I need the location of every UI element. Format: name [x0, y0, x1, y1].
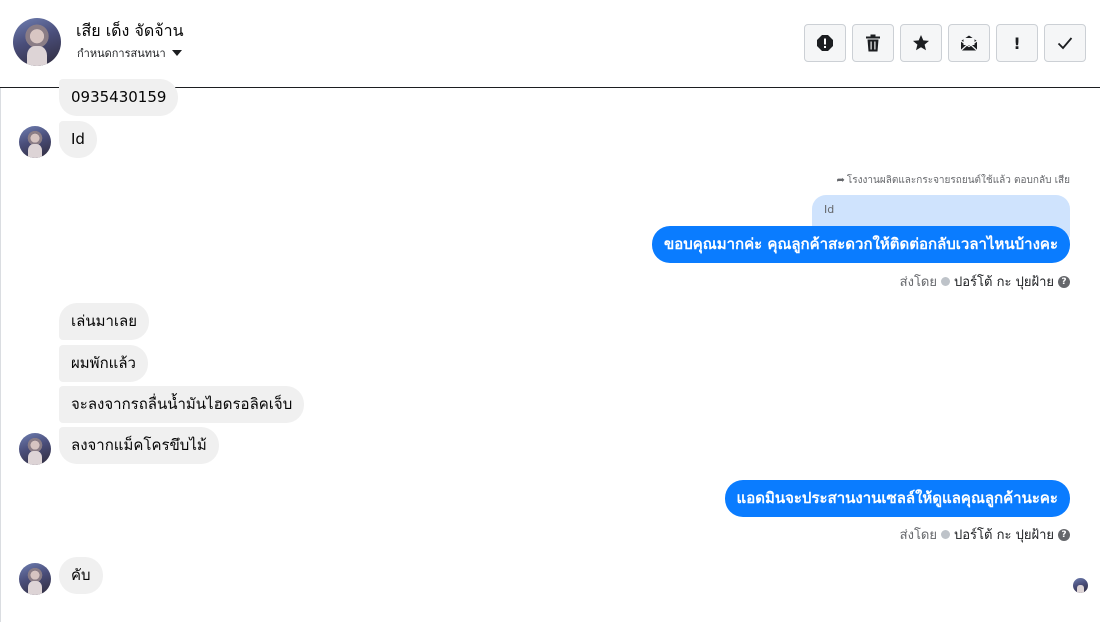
trash-icon [866, 34, 880, 52]
incoming-message[interactable]: ลงจากแม็คโครขึบไม้ [59, 427, 219, 464]
incoming-message[interactable]: เล่นมาเลย [59, 303, 149, 340]
outgoing-message[interactable]: แอดมินจะประสานงานเซลล์ให้ดูแลคุณลูกค้านะ… [724, 480, 1070, 517]
mark-unread-icon [960, 35, 978, 51]
sender-avatar [19, 563, 51, 595]
assign-label: กำหนดการสนทนา [77, 47, 166, 60]
sender-avatar [19, 126, 51, 158]
incoming-message[interactable]: 0935430159 [59, 79, 179, 116]
spam-icon [817, 35, 833, 51]
reply-meta: ➦ โรงงานผลิตและกระจายรถยนต์ใช้แล้ว ตอบกล… [837, 173, 1071, 188]
sent-by-label: ส่งโดย [899, 275, 937, 290]
sent-by-name[interactable]: ปอร์โต้ กะ ปุยฝ้าย [954, 524, 1054, 545]
reply-arrow-icon: ➦ [836, 175, 845, 186]
follow-up-button[interactable]: ! [996, 24, 1038, 62]
sent-by-line: ส่งโดย ปอร์โต้ กะ ปุยฝ้าย ? [900, 271, 1070, 292]
star-button[interactable] [900, 24, 942, 62]
verified-icon [941, 530, 950, 539]
mark-unread-button[interactable] [948, 24, 990, 62]
sender-avatar [19, 433, 51, 465]
contact-name[interactable]: เสีย เด็ง จัดจ้าน [76, 19, 184, 44]
help-icon[interactable]: ? [1058, 275, 1070, 288]
delete-button[interactable] [852, 24, 894, 62]
message-thread: 0935430159 Id ➦ โรงงานผลิตและกระจายรถยนต… [0, 79, 1100, 622]
incoming-message[interactable]: จะลงจากรถลื่นน้ำมันไฮดรอลิคเจ็บ [59, 386, 305, 423]
incoming-message[interactable]: คับ [59, 557, 103, 594]
sent-by-name[interactable]: ปอร์โต้ กะ ปุยฝ้าย [954, 271, 1054, 292]
mark-done-button[interactable] [1044, 24, 1086, 62]
incoming-message[interactable]: ผมพักแล้ว [59, 345, 148, 382]
mark-spam-button[interactable] [804, 24, 846, 62]
check-icon [1057, 37, 1073, 50]
reply-meta-text: โรงงานผลิตและกระจายรถยนต์ใช้แล้ว ตอบกลับ… [846, 175, 1070, 186]
sent-by-line: ส่งโดย ปอร์โต้ กะ ปุยฝ้าย ? [900, 524, 1070, 545]
read-receipt-avatar [1073, 578, 1088, 593]
star-icon [913, 35, 929, 51]
incoming-message[interactable]: Id [59, 121, 97, 158]
conversation-header: เสีย เด็ง จัดจ้าน กำหนดการสนทนา ! [0, 0, 1100, 88]
sent-by-label: ส่งโดย [899, 528, 937, 543]
help-icon[interactable]: ? [1058, 528, 1070, 541]
verified-icon [941, 277, 950, 286]
contact-avatar[interactable] [13, 18, 61, 66]
follow-up-icon: ! [1013, 33, 1021, 53]
outgoing-message[interactable]: ขอบคุณมากค่ะ คุณลูกค้าสะดวกให้ติดต่อกลับ… [651, 226, 1070, 263]
header-actions: ! [804, 24, 1086, 62]
caret-down-icon [171, 50, 182, 56]
assign-conversation-dropdown[interactable]: กำหนดการสนทนา [77, 44, 182, 62]
